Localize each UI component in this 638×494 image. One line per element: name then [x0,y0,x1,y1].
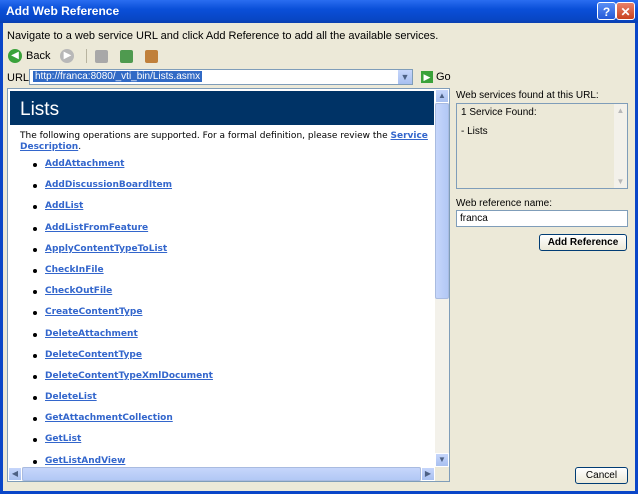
services-found-text: 1 Service Found: [461,107,537,118]
title-bar: Add Web Reference ? ✕ [0,0,638,23]
scroll-right-icon[interactable]: ▶ [421,467,435,481]
scroll-down-icon[interactable]: ▼ [614,175,627,188]
refresh-icon[interactable] [120,49,134,63]
operation-link[interactable]: DeleteAttachment [33,329,213,350]
window-title: Add Web Reference [6,4,120,18]
add-reference-button[interactable]: Add Reference [539,234,627,251]
cancel-button[interactable]: Cancel [575,467,628,484]
scroll-up-icon[interactable]: ▲ [614,104,627,117]
operation-link[interactable]: DeleteList [33,392,213,413]
go-arrow-icon: ▶ [421,71,433,83]
reference-name-label: Web reference name: [456,198,552,209]
scroll-corner [435,467,449,481]
go-label: Go [436,71,451,83]
operations-list: AddAttachment AddDiscussionBoardItem Add… [33,159,213,477]
operation-link[interactable]: GetList [33,434,213,455]
back-button-label[interactable]: Back [26,50,50,62]
service-banner: Lists [10,91,434,125]
browser-pane: Lists The following operations are suppo… [7,88,450,482]
back-icon[interactable]: ◀ [8,49,22,63]
operation-link[interactable]: CreateContentType [33,307,213,328]
intro-body: The following operations are supported. … [20,131,391,141]
services-label: Web services found at this URL: [456,90,599,101]
chevron-down-icon[interactable]: ▼ [397,70,412,84]
intro-text: The following operations are supported. … [20,131,430,153]
service-heading: Lists [20,99,60,120]
close-button[interactable]: ✕ [616,2,635,20]
toolbar-separator [86,49,88,63]
operation-link[interactable]: GetAttachmentCollection [33,413,213,434]
operation-link[interactable]: DeleteContentType [33,350,213,371]
operation-link[interactable]: AddDiscussionBoardItem [33,180,213,201]
home-icon[interactable] [145,49,159,63]
operation-link[interactable]: CheckOutFile [33,286,213,307]
instructions-text: Navigate to a web service URL and click … [7,30,439,42]
services-list: 1 Service Found: - Lists ▲ ▼ [456,103,628,189]
go-button[interactable]: ▶ Go [421,71,451,83]
stop-icon[interactable] [95,49,109,63]
horizontal-scrollbar[interactable]: ◀ ▶ [8,467,435,481]
reference-name-input[interactable]: franca [456,210,628,227]
operation-link[interactable]: DeleteContentTypeXmlDocument [33,371,213,392]
intro-end: . [78,142,82,152]
scroll-up-icon[interactable]: ▲ [435,89,449,103]
operation-link[interactable]: AddList [33,201,213,222]
operation-link[interactable]: CheckInFile [33,265,213,286]
scroll-left-icon[interactable]: ◀ [8,467,22,481]
horizontal-scroll-thumb[interactable] [22,467,421,481]
navigation-toolbar: ◀ Back ▶ [8,47,162,65]
operation-link[interactable]: AddListFromFeature [33,223,213,244]
operation-link[interactable]: ApplyContentTypeToList [33,244,213,265]
url-input[interactable]: http://franca:8080/_vti_bin/Lists.asmx ▼ [29,69,413,85]
vertical-scroll-thumb[interactable] [435,103,449,299]
url-value[interactable]: http://franca:8080/_vti_bin/Lists.asmx [33,71,203,82]
help-button[interactable]: ? [597,2,616,20]
vertical-scrollbar[interactable]: ▲ ▼ [435,89,449,467]
services-scrollbar[interactable]: ▲ ▼ [614,104,627,188]
service-item: - Lists [461,126,488,137]
scroll-down-icon[interactable]: ▼ [435,453,449,467]
operation-link[interactable]: AddAttachment [33,159,213,180]
forward-icon[interactable]: ▶ [60,49,75,63]
